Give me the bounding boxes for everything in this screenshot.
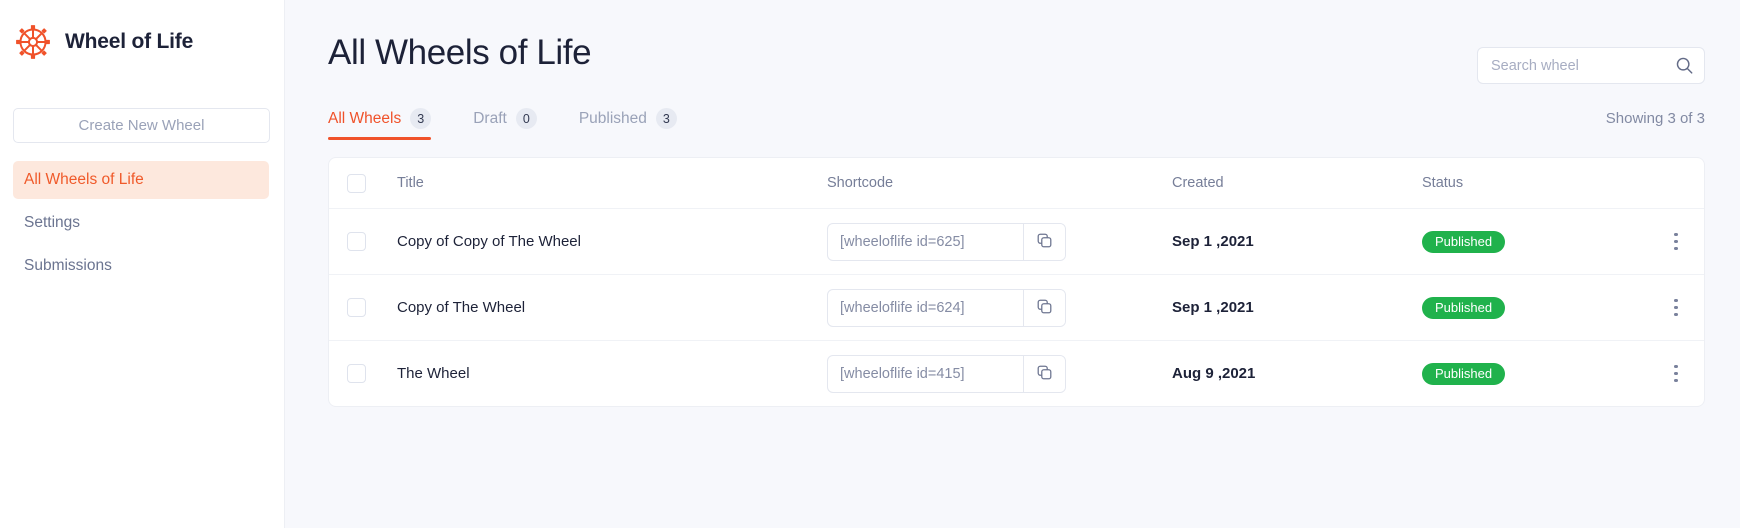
copy-shortcode-button[interactable] bbox=[1023, 290, 1065, 326]
tab-count: 3 bbox=[656, 108, 677, 129]
showing-count: Showing 3 of 3 bbox=[1606, 110, 1705, 138]
sidebar-item-label: All Wheels of Life bbox=[24, 171, 144, 189]
cell-shortcode: [wheeloflife id=625] bbox=[827, 223, 1172, 261]
sidebar-item-all-wheels-of-life[interactable]: All Wheels of Life bbox=[13, 161, 269, 199]
table-row: Copy of The Wheel [wheeloflife id=624] bbox=[329, 274, 1704, 340]
cell-status: Published bbox=[1422, 363, 1648, 385]
tab-draft[interactable]: Draft 0 bbox=[473, 108, 537, 140]
copy-icon bbox=[1036, 364, 1053, 384]
cell-title: Copy of The Wheel bbox=[397, 299, 827, 316]
shortcode-value[interactable]: [wheeloflife id=624] bbox=[828, 290, 1023, 326]
row-actions-cell bbox=[1648, 361, 1704, 387]
column-header-shortcode: Shortcode bbox=[827, 175, 1172, 191]
sidebar: Wheel of Life Create New Wheel All Wheel… bbox=[0, 0, 285, 528]
cell-title: The Wheel bbox=[397, 365, 827, 382]
brand: Wheel of Life bbox=[0, 0, 284, 66]
shortcode-value[interactable]: [wheeloflife id=415] bbox=[828, 356, 1023, 392]
shortcode-group: [wheeloflife id=625] bbox=[827, 223, 1066, 261]
create-new-wheel-button[interactable]: Create New Wheel bbox=[13, 108, 270, 143]
main-header: All Wheels of Life bbox=[328, 34, 1705, 84]
ships-wheel-icon bbox=[14, 23, 52, 61]
copy-shortcode-button[interactable] bbox=[1023, 224, 1065, 260]
status-badge: Published bbox=[1422, 363, 1505, 385]
page-title: All Wheels of Life bbox=[328, 34, 591, 73]
row-checkbox[interactable] bbox=[347, 364, 366, 383]
kebab-menu-icon[interactable] bbox=[1664, 229, 1688, 255]
row-checkbox[interactable] bbox=[347, 298, 366, 317]
sidebar-item-label: Submissions bbox=[24, 257, 112, 275]
tab-label: Published bbox=[579, 110, 647, 128]
kebab-menu-icon[interactable] bbox=[1664, 295, 1688, 321]
select-all-checkbox[interactable] bbox=[347, 174, 366, 193]
tab-count: 3 bbox=[410, 108, 431, 129]
cell-status: Published bbox=[1422, 297, 1648, 319]
table-row: The Wheel [wheeloflife id=415] bbox=[329, 340, 1704, 406]
tab-published[interactable]: Published 3 bbox=[579, 108, 677, 140]
shortcode-group: [wheeloflife id=415] bbox=[827, 355, 1066, 393]
brand-title: Wheel of Life bbox=[65, 30, 193, 54]
tab-all-wheels[interactable]: All Wheels 3 bbox=[328, 108, 431, 140]
search-wheel-container bbox=[1477, 47, 1705, 84]
cell-created: Aug 9 ,2021 bbox=[1172, 365, 1422, 382]
main-content: All Wheels of Life All Wheels 3 Dra bbox=[285, 0, 1740, 528]
cell-status: Published bbox=[1422, 231, 1648, 253]
shortcode-group: [wheeloflife id=624] bbox=[827, 289, 1066, 327]
copy-icon bbox=[1036, 232, 1053, 252]
copy-shortcode-button[interactable] bbox=[1023, 356, 1065, 392]
status-badge: Published bbox=[1422, 231, 1505, 253]
tabs-row: All Wheels 3 Draft 0 Published 3 Showing… bbox=[328, 108, 1705, 140]
cell-created: Sep 1 ,2021 bbox=[1172, 299, 1422, 316]
row-actions-cell bbox=[1648, 295, 1704, 321]
cell-title: Copy of Copy of The Wheel bbox=[397, 233, 827, 250]
row-actions-cell bbox=[1648, 229, 1704, 255]
tabs: All Wheels 3 Draft 0 Published 3 bbox=[328, 108, 677, 140]
cell-created: Sep 1 ,2021 bbox=[1172, 233, 1422, 250]
status-badge: Published bbox=[1422, 297, 1505, 319]
row-checkbox[interactable] bbox=[347, 232, 366, 251]
row-select-cell bbox=[347, 364, 397, 383]
tab-label: All Wheels bbox=[328, 110, 401, 128]
tab-count: 0 bbox=[516, 108, 537, 129]
row-select-cell bbox=[347, 232, 397, 251]
column-header-created: Created bbox=[1172, 175, 1422, 191]
shortcode-value[interactable]: [wheeloflife id=625] bbox=[828, 224, 1023, 260]
copy-icon bbox=[1036, 298, 1053, 318]
cell-shortcode: [wheeloflife id=415] bbox=[827, 355, 1172, 393]
tab-label: Draft bbox=[473, 110, 507, 128]
row-select-cell bbox=[347, 298, 397, 317]
sidebar-item-settings[interactable]: Settings bbox=[13, 204, 269, 242]
sidebar-item-label: Settings bbox=[24, 214, 80, 232]
wheels-table: Title Shortcode Created Status Copy of C… bbox=[328, 157, 1705, 407]
select-all-cell bbox=[347, 174, 397, 193]
app-root: Wheel of Life Create New Wheel All Wheel… bbox=[0, 0, 1740, 528]
kebab-menu-icon[interactable] bbox=[1664, 361, 1688, 387]
search-input[interactable] bbox=[1477, 47, 1705, 84]
table-row: Copy of Copy of The Wheel [wheeloflife i… bbox=[329, 208, 1704, 274]
sidebar-item-submissions[interactable]: Submissions bbox=[13, 247, 269, 285]
column-header-title: Title bbox=[397, 175, 827, 191]
sidebar-nav: All Wheels of Life Settings Submissions bbox=[0, 161, 284, 285]
cell-shortcode: [wheeloflife id=624] bbox=[827, 289, 1172, 327]
table-header-row: Title Shortcode Created Status bbox=[329, 158, 1704, 208]
column-header-status: Status bbox=[1422, 175, 1648, 191]
